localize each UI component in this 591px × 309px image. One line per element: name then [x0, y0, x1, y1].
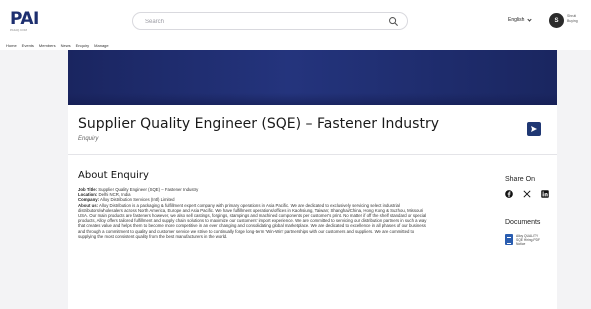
cover-banner [68, 50, 557, 105]
document-icon [505, 234, 513, 245]
user-role: Buying [567, 19, 578, 23]
about-section: About Enquiry Job Title: Supplier Qualit… [68, 170, 428, 309]
header-divider [68, 154, 557, 155]
enquiry-card: Supplier Quality Engineer (SQE) – Fasten… [68, 50, 557, 309]
page-subtitle: Enquiry [78, 136, 99, 142]
nav-item-manage[interactable]: Manage [94, 43, 108, 48]
user-info[interactable]: Shruti Buying [567, 14, 589, 24]
avatar-initial: S [554, 17, 559, 24]
logo-subtitle: PAIHQ.COM [10, 28, 27, 32]
linkedin-icon[interactable] [541, 190, 549, 198]
about-us-text: Alloy Distribution is a packaging & fulf… [78, 202, 427, 239]
nav-item-enquiry[interactable]: Enquiry [76, 43, 90, 48]
avatar[interactable]: S [549, 13, 564, 28]
documents-heading: Documents [505, 219, 541, 226]
nav-item-events[interactable]: Events [22, 43, 34, 48]
language-selector[interactable]: English [508, 17, 533, 23]
nav-item-members[interactable]: Members [39, 43, 56, 48]
share-heading: Share On [505, 176, 535, 183]
search-bar [132, 12, 408, 30]
page-title: Supplier Quality Engineer (SQE) – Fasten… [78, 116, 440, 132]
chevron-down-icon [527, 17, 533, 22]
document-name: Alloy QUALITY SQE Hiring.PDF Notice [516, 234, 540, 247]
send-icon [531, 126, 537, 132]
nav-item-home[interactable]: Home [6, 43, 17, 48]
x-icon[interactable] [523, 190, 531, 198]
about-heading: About Enquiry [78, 170, 149, 181]
search-icon[interactable] [388, 16, 399, 27]
nav-item-news[interactable]: News [61, 43, 71, 48]
about-us-row: About us: Alloy Distribution is a packag… [78, 203, 428, 239]
top-bar: PAI PAIHQ.COM English S Shruti Buying [0, 0, 591, 40]
right-sidebar: Share On Documents Alloy QUALITY SQE Hir… [505, 176, 557, 306]
document-item[interactable]: Alloy QUALITY SQE Hiring.PDF Notice [505, 234, 557, 247]
logo-text: PAI [10, 9, 39, 29]
language-label: English [508, 17, 525, 23]
main-nav: Home Events Members News Enquiry Manage [0, 40, 591, 50]
send-enquiry-button[interactable] [527, 122, 541, 136]
share-buttons [505, 190, 557, 198]
facebook-icon[interactable] [505, 190, 513, 198]
search-input[interactable] [145, 17, 385, 27]
logo[interactable]: PAI PAIHQ.COM [10, 9, 39, 32]
